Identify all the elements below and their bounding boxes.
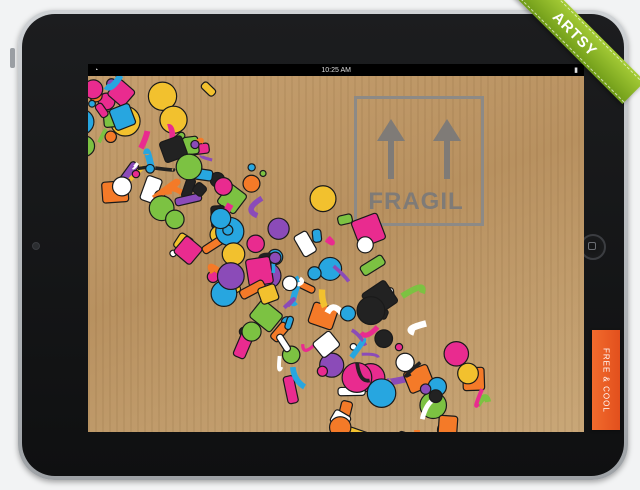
doodle-shape (361, 352, 380, 359)
mute-switch (10, 48, 15, 68)
doodle-shape (221, 242, 246, 266)
doodle-shape (248, 195, 264, 219)
doodle-shape (88, 79, 104, 100)
doodle-shape (414, 429, 420, 432)
doodle-shape (328, 416, 352, 432)
doodle-shape (247, 163, 256, 172)
doodle-illustration (88, 76, 492, 432)
doodle-shape (282, 297, 296, 310)
status-bar: ◔ 10:25 AM ▮ (88, 64, 584, 76)
doodle-shape (111, 176, 133, 197)
doodle-shape (395, 430, 408, 432)
doodle-shape (366, 378, 397, 408)
doodle-shape (318, 289, 328, 309)
doodle-shape (356, 296, 386, 326)
doodle-shape (359, 254, 386, 277)
doodle-shape (457, 362, 479, 385)
doodle-shape (199, 154, 213, 162)
free-and-cool-tab[interactable]: FREE & COOL (592, 330, 620, 430)
doodle-shape (336, 213, 354, 226)
doodle-shape (316, 365, 329, 377)
doodle-shape (154, 166, 176, 172)
free-and-cool-label: FREE & COOL (601, 347, 611, 413)
doodle-shape (246, 234, 265, 254)
doodle-shape (407, 320, 427, 336)
doodle-shape (358, 325, 380, 338)
doodle-shape (145, 163, 156, 174)
doodle-shape (242, 174, 261, 193)
camera-icon (32, 242, 40, 250)
doodle-shape (339, 305, 357, 322)
doodle-shape (419, 383, 432, 395)
doodle-shape (138, 130, 151, 150)
doodle-shape (394, 342, 404, 352)
doodle-shape (241, 321, 262, 342)
status-time: 10:25 AM (321, 66, 351, 74)
doodle-shape (200, 81, 217, 97)
doodle-shape (281, 275, 298, 292)
doodle-shape (268, 251, 282, 265)
doodle-shape (216, 262, 245, 291)
doodle-shape (88, 135, 96, 157)
cardboard-background: FRAGIL (88, 76, 584, 432)
doodle-shape (175, 153, 203, 181)
doodle-shape (267, 217, 290, 240)
doodle-shape (104, 130, 118, 144)
doodle-shape (307, 266, 322, 281)
doodle-shape (400, 284, 426, 299)
doodle-shape (374, 329, 394, 349)
doodle-shape (167, 123, 176, 140)
doodle-shape (428, 389, 443, 404)
doodle-shape (190, 139, 200, 150)
wifi-icon: ◔ (94, 66, 99, 74)
doodle-shape (88, 110, 95, 134)
doodle-shape (209, 207, 232, 230)
doodle-shape (311, 228, 323, 243)
doodle-shape (277, 355, 284, 372)
doodle-shape (131, 169, 141, 179)
tablet-screen: ◔ 10:25 AM ▮ FRAGIL (88, 64, 584, 432)
battery-icon: ▮ (574, 67, 578, 74)
doodle-shape (88, 99, 96, 108)
doodle-shape (356, 236, 374, 254)
doodle-shape (324, 235, 335, 246)
doodle-shape (443, 340, 470, 367)
doodle-shape (213, 177, 233, 196)
doodle-shape (259, 169, 267, 178)
doodle-shape (165, 209, 185, 230)
doodle-shape (437, 414, 459, 432)
doodle-shape (309, 185, 337, 213)
doodle-shape (276, 333, 292, 353)
